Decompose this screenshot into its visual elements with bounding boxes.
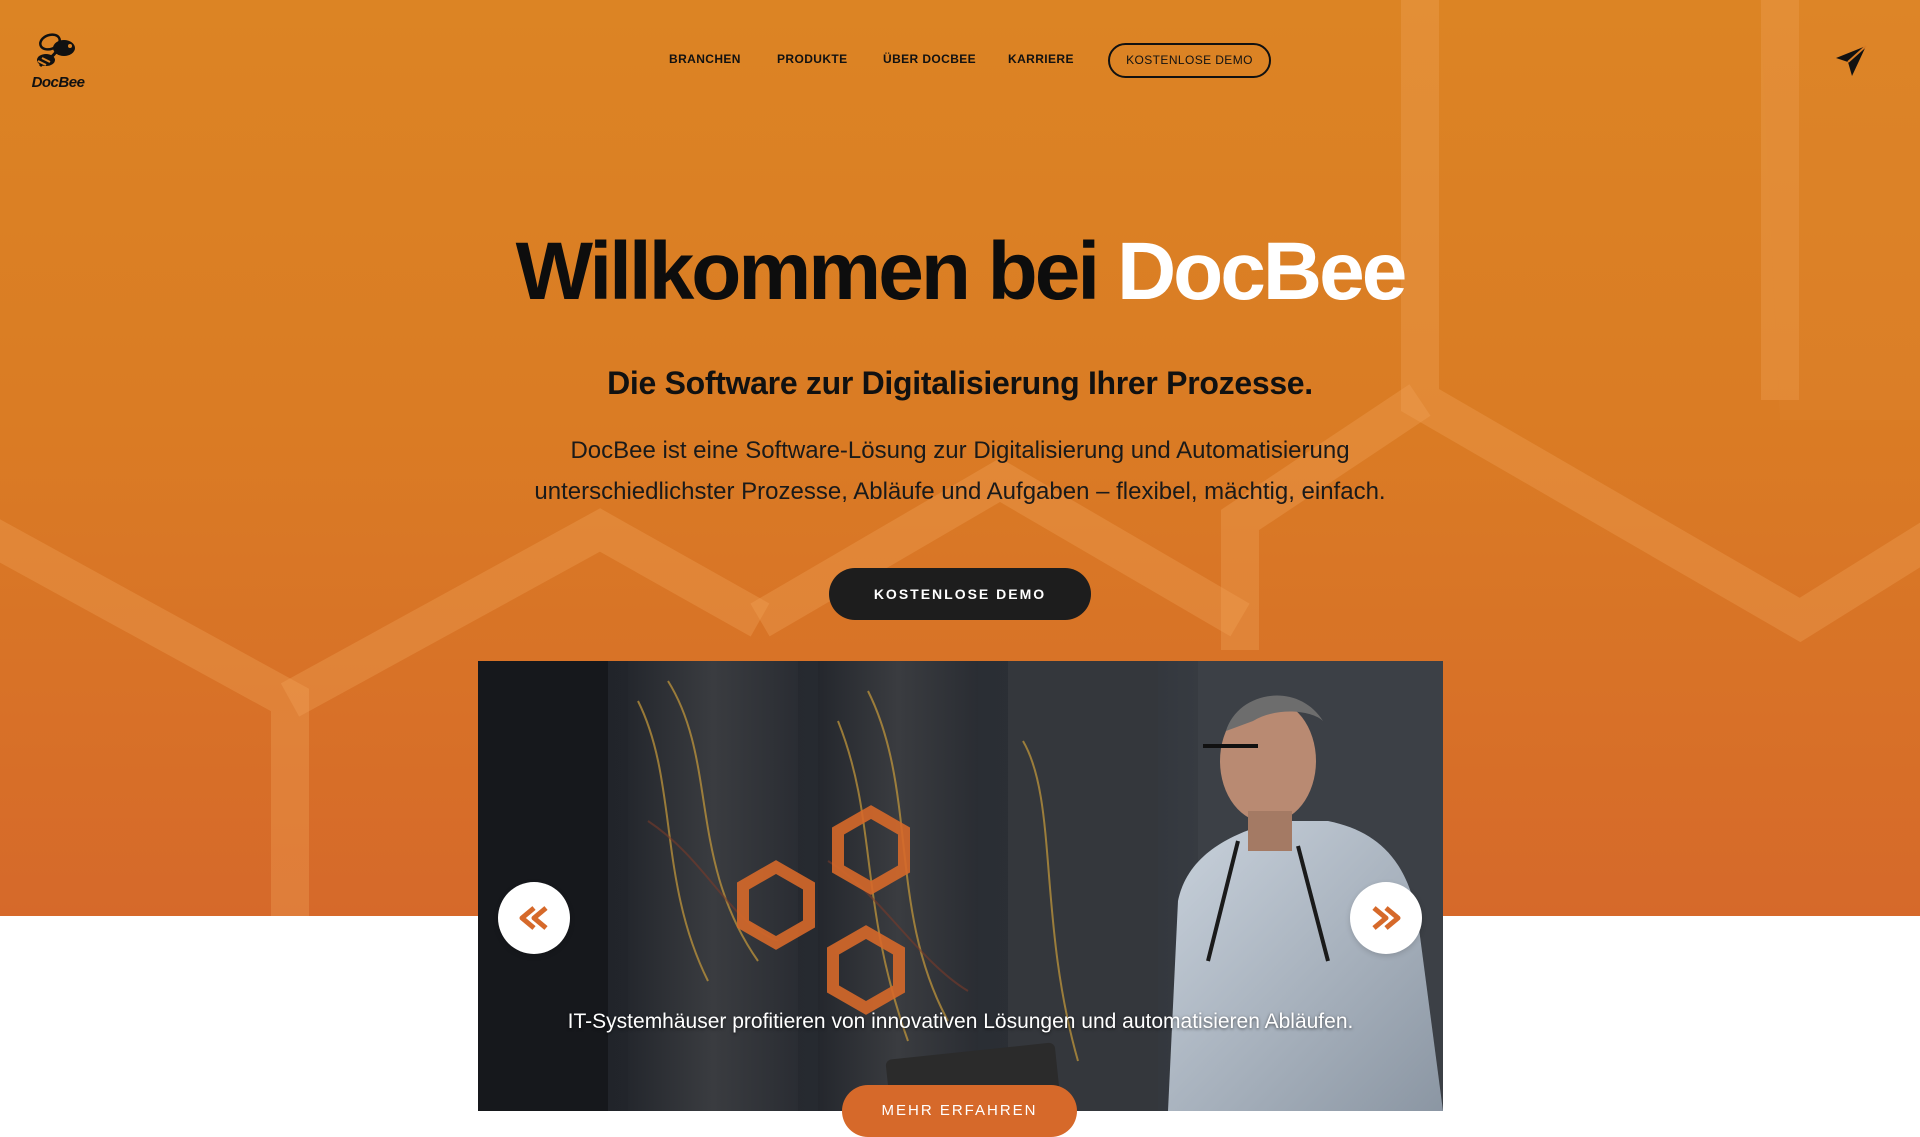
title-prefix: Willkommen bei bbox=[515, 225, 1100, 317]
learn-more-button[interactable]: MEHR ERFAHREN bbox=[842, 1085, 1077, 1137]
chevron-left-icon bbox=[519, 906, 548, 930]
nav-demo-button[interactable]: KOSTENLOSE DEMO bbox=[1108, 43, 1271, 78]
slider-prev-button[interactable] bbox=[498, 882, 570, 954]
hero-intro-text: DocBee ist eine Software-Lösung zur Digi… bbox=[534, 437, 1386, 505]
slider-next-button[interactable] bbox=[1350, 882, 1422, 954]
demo-button[interactable]: KOSTENLOSE DEMO bbox=[829, 568, 1091, 620]
slide-caption: IT-Systemhäuser profitieren von innovati… bbox=[567, 1010, 1354, 1033]
slide-image bbox=[478, 661, 1443, 1111]
nav-item-branchen[interactable]: BRANCHEN bbox=[669, 52, 741, 66]
title-brand: DocBee bbox=[1116, 225, 1407, 317]
main-navigation: BRANCHEN PRODUKTE ÜBER DOCBEE KARRIERE K… bbox=[0, 43, 1920, 78]
chevron-right-icon bbox=[1372, 906, 1401, 930]
nav-item-ueber-docbee[interactable]: ÜBER DOCBEE bbox=[883, 52, 976, 66]
hero-subheadline: Die Software zur Digitalisierung Ihrer P… bbox=[607, 364, 1313, 401]
paper-plane-icon[interactable] bbox=[1834, 44, 1868, 78]
image-slider: IT-Systemhäuser profitieren von innovati… bbox=[478, 661, 1443, 1111]
nav-item-produkte[interactable]: PRODUKTE bbox=[777, 52, 848, 66]
page-title: Willkommen bei DocBee bbox=[0, 225, 1920, 319]
nav-item-karriere[interactable]: KARRIERE bbox=[1008, 52, 1074, 66]
